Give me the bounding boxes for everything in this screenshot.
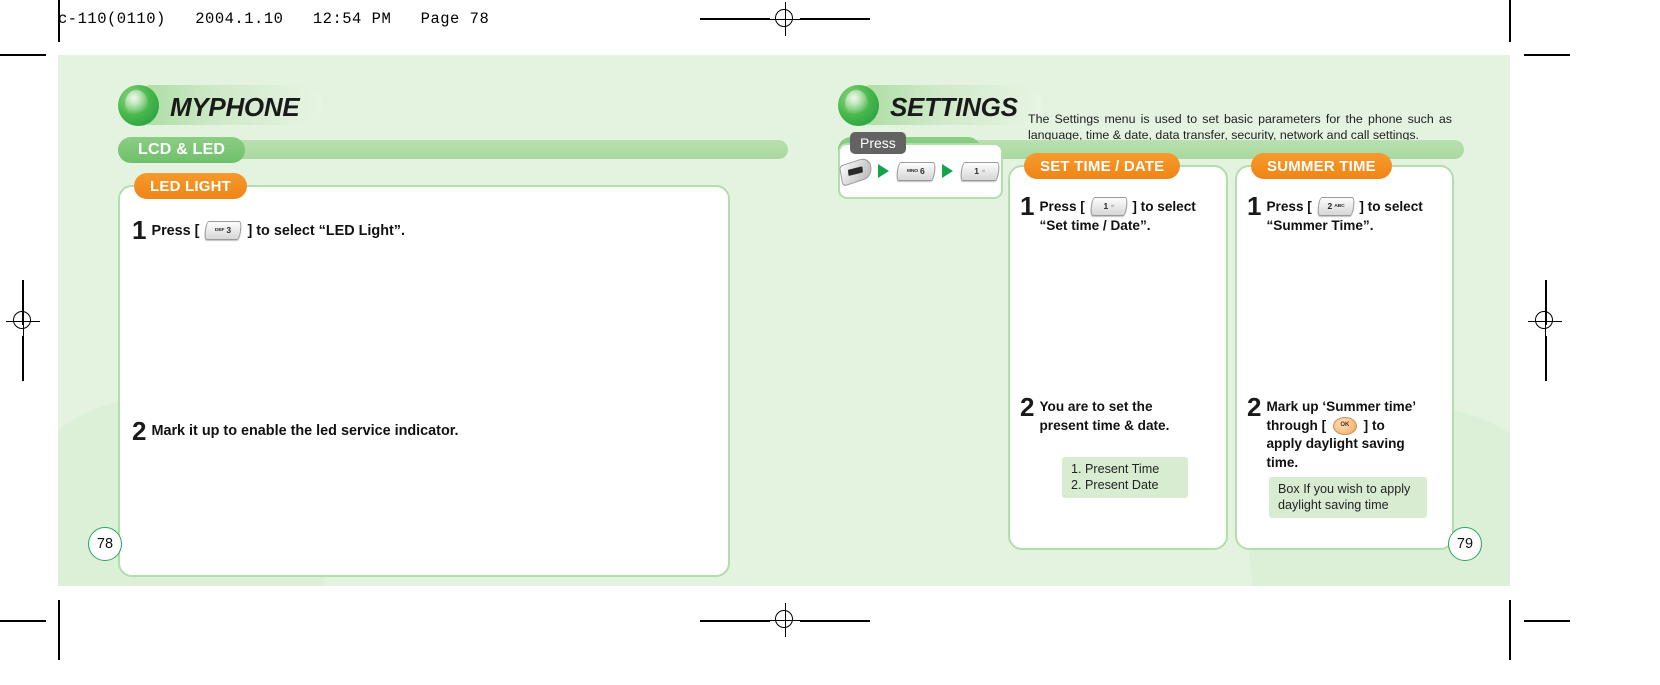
summer-time-card: SUMMER TIME 1 Press [ 2 ABC ] to select “… <box>1235 153 1454 550</box>
settime-step-2-number: 2 <box>1020 392 1035 422</box>
registration-mark-left <box>6 304 40 338</box>
led-step-2: 2 Mark it up to enable the led service i… <box>132 415 728 446</box>
summer-step-2-post: ] to <box>1363 417 1385 433</box>
crop-line-right-bottom <box>1509 600 1511 660</box>
summer-step-2-mid: through [ <box>1266 417 1327 433</box>
settime-step-1-number: 1 <box>1020 191 1035 221</box>
led-step-1: 1 Press [ DEF 3 ] to select “LED Light”. <box>132 215 728 245</box>
ok-key-label: OK <box>1340 422 1350 429</box>
crop-line-top-center-r <box>800 18 870 20</box>
summer-step-2-text: Mark up ‘Summer time’ through [ OK ] to … <box>1266 398 1416 472</box>
summer-step-2-number: 2 <box>1247 392 1262 422</box>
crop-line-right-top <box>1509 0 1511 42</box>
settime-note-box: 1. Present Time 2. Present Date <box>1062 457 1188 498</box>
registration-mark-top <box>768 2 802 36</box>
led-step-1-post: ] to select “LED Light”. <box>247 223 405 239</box>
settime-key-number: 1 <box>1103 201 1108 212</box>
summer-step-1-line2: “Summer Time”. <box>1266 217 1374 233</box>
page-number-left-value: 78 <box>96 536 114 552</box>
left-page-column: MYPHONE LCD & LED LED LIGHT 1 Press [ DE… <box>118 55 798 577</box>
summer-step-1: 1 Press [ 2 ABC ] to select “Summer Time”… <box>1247 191 1452 235</box>
page-number-right-value: 79 <box>1456 536 1474 552</box>
press-label: Press <box>850 132 906 154</box>
settime-step-1-pre: Press [ <box>1039 199 1085 214</box>
myphone-section-title: MYPHONE <box>170 92 300 122</box>
summer-step-2-line4: time. <box>1266 454 1299 470</box>
settime-step-2-line2: present time & date. <box>1039 417 1170 433</box>
summer-note-box: Box If you wish to apply daylight saving… <box>1269 477 1427 518</box>
crop-line-top-left-h <box>0 54 46 56</box>
led-step-1-pre: Press [ <box>151 223 200 239</box>
right-page-column: SETTINGS The Settings menu is used to se… <box>838 55 1478 550</box>
set-time-date-badge: SET TIME / DATE <box>1024 153 1181 179</box>
key-1-icon: 1 ☼ <box>960 161 1001 181</box>
registration-mark-right <box>1528 304 1562 338</box>
set-time-date-card: SET TIME / DATE 1 Press [ 1 ☼ ] to select… <box>1008 153 1228 550</box>
settime-step-1-line2: “Set time / Date”. <box>1039 217 1151 233</box>
led-light-badge: LED LIGHT <box>134 173 247 199</box>
lcd-led-subbar: LCD & LED <box>118 137 788 163</box>
summer-step-2-line1: Mark up ‘Summer time’ <box>1266 399 1417 414</box>
settime-step-1-text: Press [ 1 ☼ ] to select “Set time / Date”… <box>1039 197 1196 235</box>
summer-step-1-pre: Press [ <box>1266 199 1312 214</box>
settime-step-2: 2 You are to set the present time & date… <box>1020 392 1226 435</box>
key-6-number: 6 <box>919 165 925 176</box>
myphone-section-header: MYPHONE <box>118 85 798 129</box>
green-sphere-icon <box>838 85 879 126</box>
key-3-def-icon: DEF 3 <box>204 221 243 240</box>
summer-step-1-text: Press [ 2 ABC ] to select “Summer Time”. <box>1266 197 1423 235</box>
settime-step-1-post: ] to select <box>1132 199 1196 214</box>
crop-line-bot-center <box>700 620 770 622</box>
led-step-1-text: Press [ DEF 3 ] to select “LED Light”. <box>151 221 405 241</box>
key-6-mno-icon: MNO 6 <box>895 161 936 181</box>
press-flow-box: Press MNO 6 1 ☼ <box>838 132 1003 199</box>
registration-mark-bottom <box>768 603 802 637</box>
summer-step-1-number: 1 <box>1247 191 1262 221</box>
led-step-2-text: Mark it up to enable the led service ind… <box>151 422 459 439</box>
menu-key-icon <box>838 155 873 187</box>
summer-time-badge: SUMMER TIME <box>1251 153 1392 179</box>
key-2-alpha: ABC <box>1333 203 1345 209</box>
page-number-left: 78 <box>88 527 122 561</box>
print-header-text: c-110(0110) 2004.1.10 12:54 PM Page 78 <box>58 10 490 28</box>
led-light-card: LED LIGHT 1 Press [ DEF 3 ] to select “LE… <box>118 173 730 577</box>
summer-step-2-line3: apply daylight saving <box>1266 436 1405 451</box>
ok-key-icon: OK <box>1332 416 1357 435</box>
page-spread: MYPHONE LCD & LED LED LIGHT 1 Press [ DE… <box>58 55 1510 586</box>
settings-section-header: SETTINGS The Settings menu is used to se… <box>838 85 1478 142</box>
green-triangle-right-icon <box>877 164 889 178</box>
key-2-abc-icon: 2 ABC <box>1316 197 1355 216</box>
crop-line-top-center <box>700 18 770 20</box>
key-2-number: 2 <box>1327 201 1332 212</box>
led-step-1-number: 1 <box>132 215 147 245</box>
crop-line-top-right-h <box>1524 54 1570 56</box>
green-sphere-icon <box>118 85 159 126</box>
crop-line-mid-right-h2 <box>1545 336 1547 381</box>
settime-step-1: 1 Press [ 1 ☼ ] to select “Set time / Dat… <box>1020 191 1226 235</box>
crop-line-mid-left-h2 <box>22 336 24 381</box>
crop-line-left-bottom <box>58 600 60 660</box>
key-1-icon: 1 ☼ <box>1089 197 1128 216</box>
settime-step-2-text: You are to set the present time & date. <box>1039 398 1169 435</box>
key-3-alpha: DEF <box>215 227 225 233</box>
crop-line-bottom-right-h <box>1524 620 1570 622</box>
settime-step-2-line1: You are to set the <box>1039 399 1153 414</box>
summer-step-2: 2 Mark up ‘Summer time’ through [ OK ] t… <box>1247 392 1452 472</box>
led-step-2-number: 2 <box>132 415 147 446</box>
settings-section-title: SETTINGS <box>890 92 1018 122</box>
crop-line-bottom-left-h <box>0 620 46 622</box>
key-6-alpha: MNO <box>906 167 918 174</box>
crop-line-bot-center-r <box>800 620 870 622</box>
summer-step-1-post: ] to select <box>1359 199 1423 214</box>
lcd-led-subbar-label: LCD & LED <box>118 137 246 163</box>
green-triangle-right-icon <box>942 164 954 178</box>
key-3-number: 3 <box>226 225 232 236</box>
page-number-right: 79 <box>1448 527 1482 561</box>
key-1-number: 1 <box>974 165 980 176</box>
